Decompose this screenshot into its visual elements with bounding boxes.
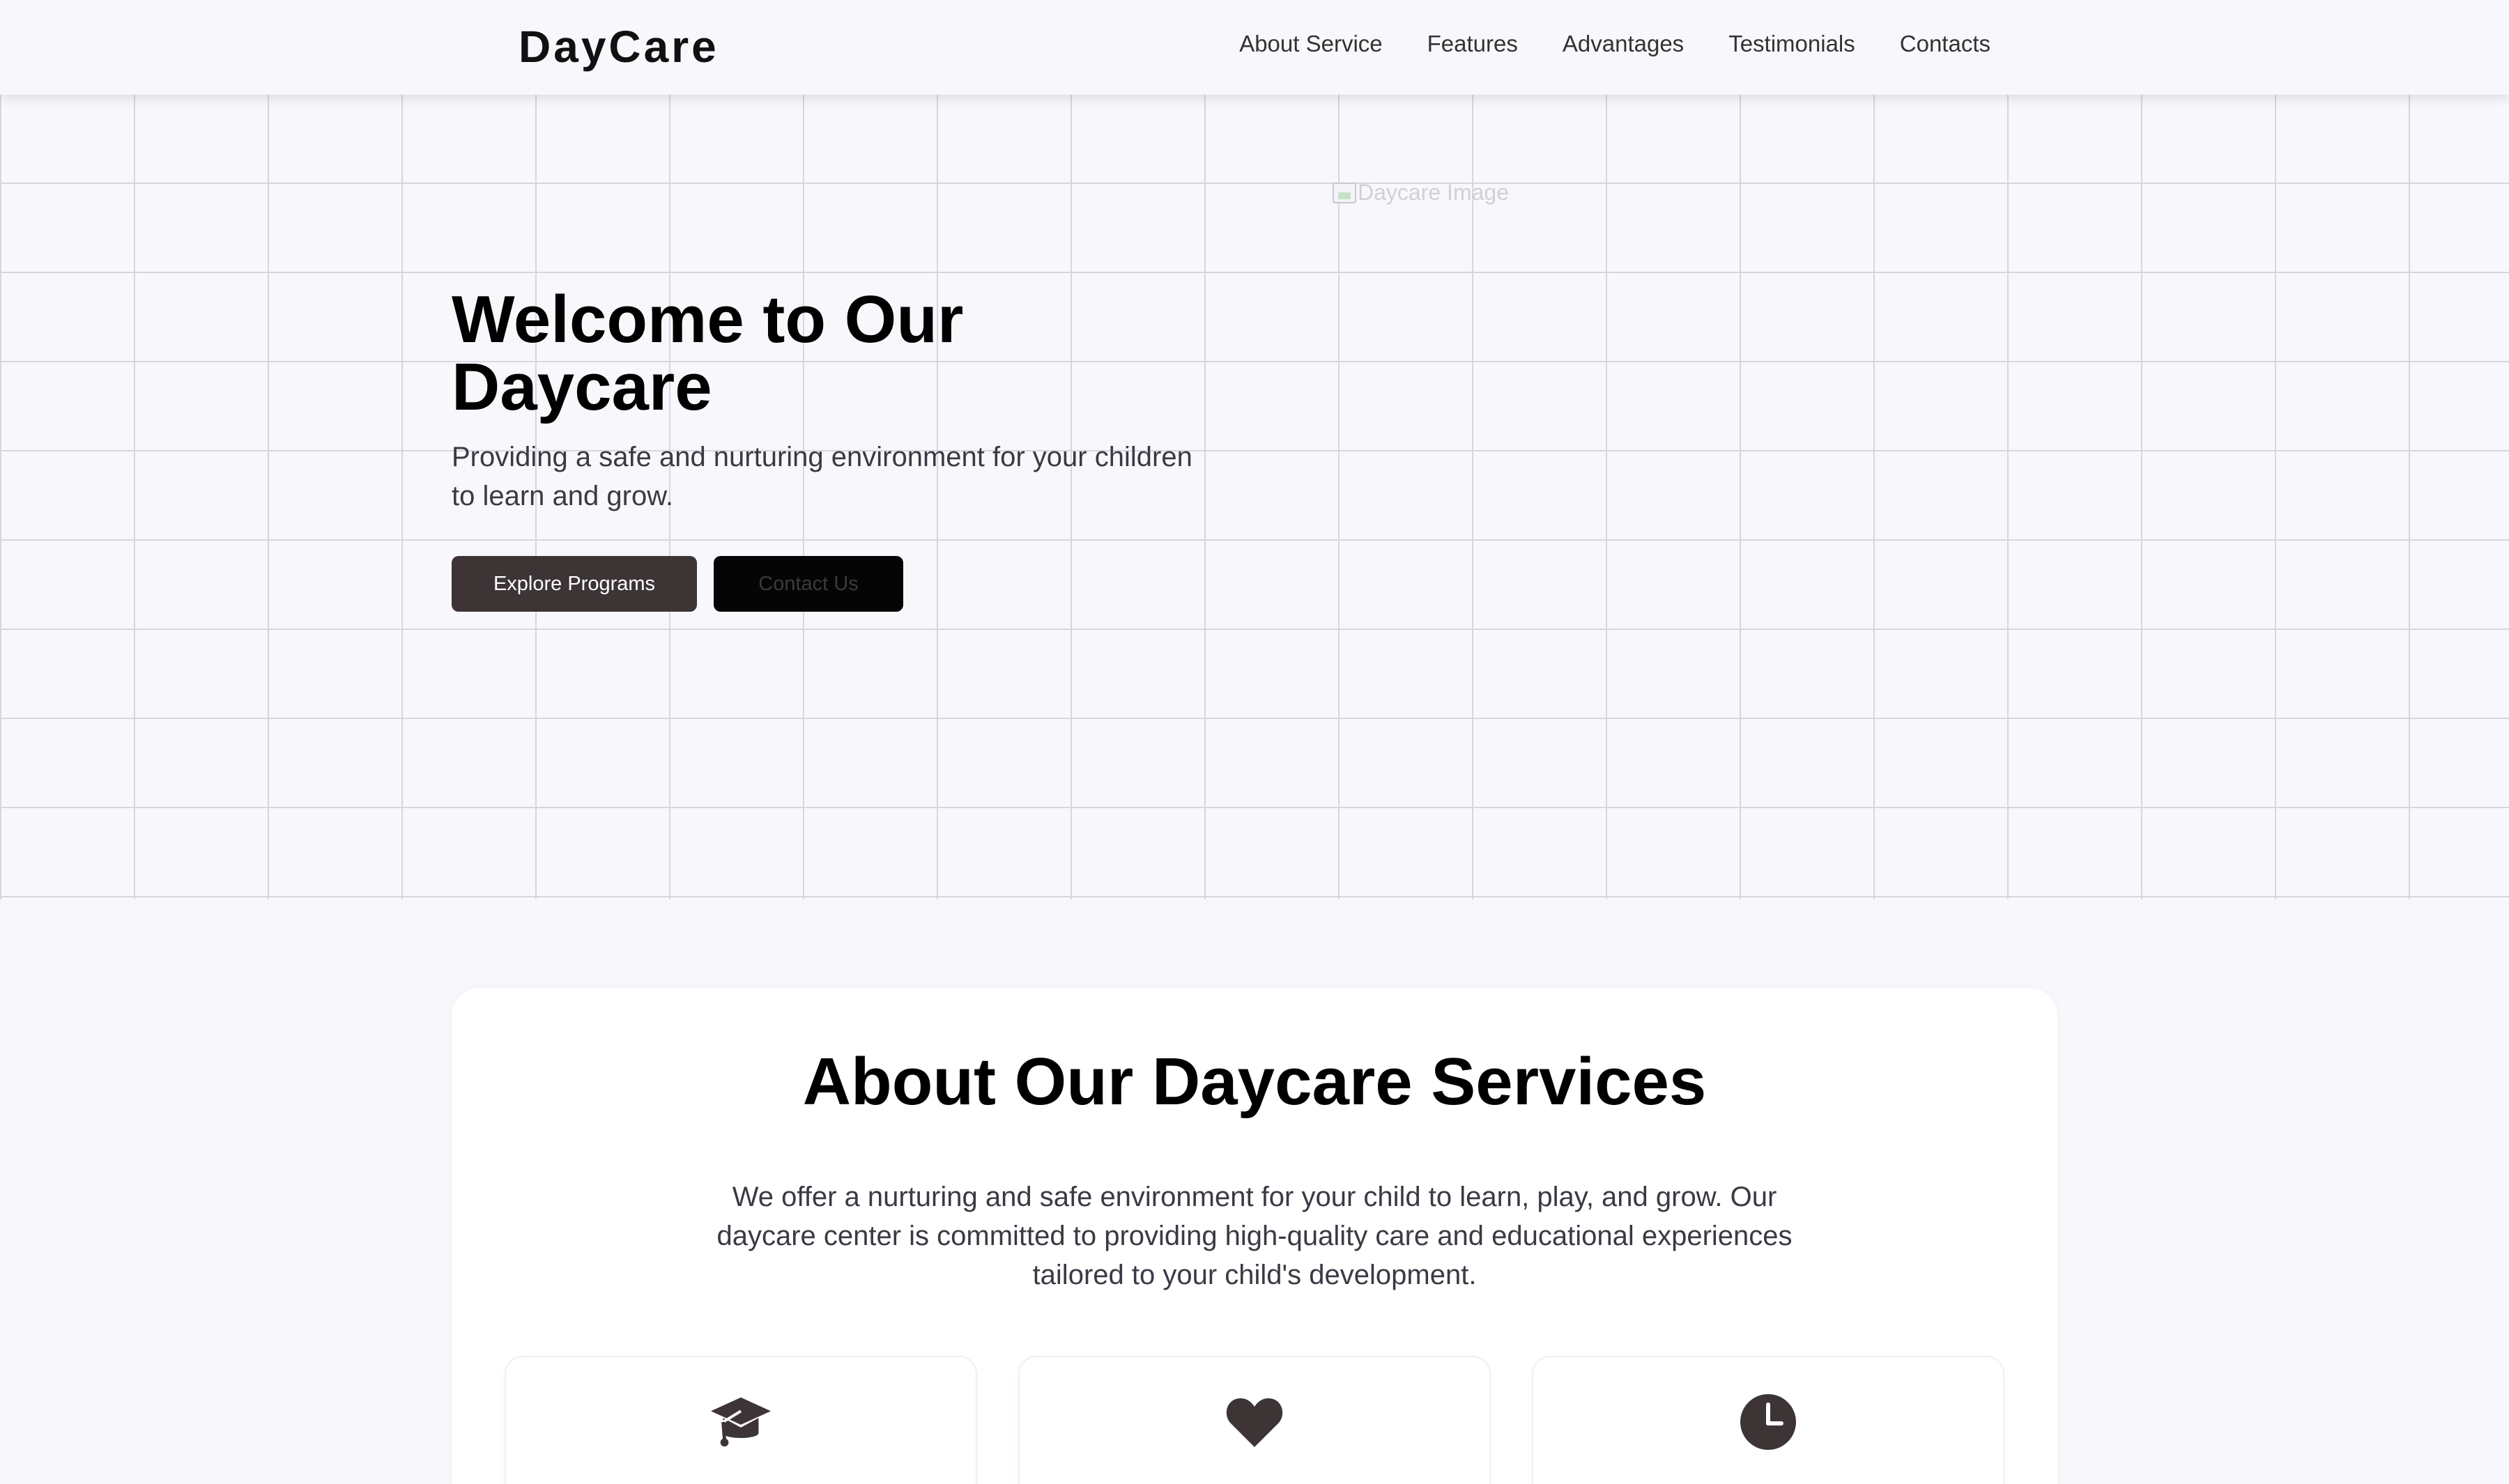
graduation-cap-icon [709, 1391, 772, 1453]
navbar: DayCare About Service Features Advantage… [0, 0, 2509, 95]
hero-grid-background [0, 95, 2509, 899]
about-section: About Our Daycare Services We offer a nu… [452, 988, 2057, 1484]
feature-card [1533, 1357, 2003, 1484]
feature-card [1020, 1357, 1489, 1484]
nav-link-testimonials[interactable]: Testimonials [1728, 31, 1855, 57]
brand-logo[interactable]: DayCare [519, 21, 719, 72]
nav-link-features[interactable]: Features [1427, 31, 1518, 57]
about-text: We offer a nurturing and safe environmen… [716, 1182, 1793, 1290]
nav-link-contacts[interactable]: Contacts [1900, 31, 1990, 57]
contact-us-button[interactable]: Contact Us [714, 556, 903, 612]
broken-image-icon [1333, 182, 1356, 203]
daycare-image-alt: Daycare Image [1358, 180, 1509, 205]
about-title: About Our Daycare Services [802, 1044, 1707, 1119]
heart-icon [1223, 1391, 1286, 1453]
explore-programs-button[interactable]: Explore Programs [452, 556, 697, 612]
nav-links: About Service Features Advantages Testim… [1239, 31, 1990, 57]
hero-title: Welcome to Our Daycare [452, 282, 964, 424]
clock-icon [1737, 1391, 1800, 1453]
feature-card [506, 1357, 976, 1484]
hero-subtitle: Providing a safe and nurturing environme… [452, 442, 1192, 511]
nav-link-advantages[interactable]: Advantages [1563, 31, 1684, 57]
nav-link-about-service[interactable]: About Service [1239, 31, 1382, 57]
daycare-image: Daycare Image [1333, 180, 1509, 206]
